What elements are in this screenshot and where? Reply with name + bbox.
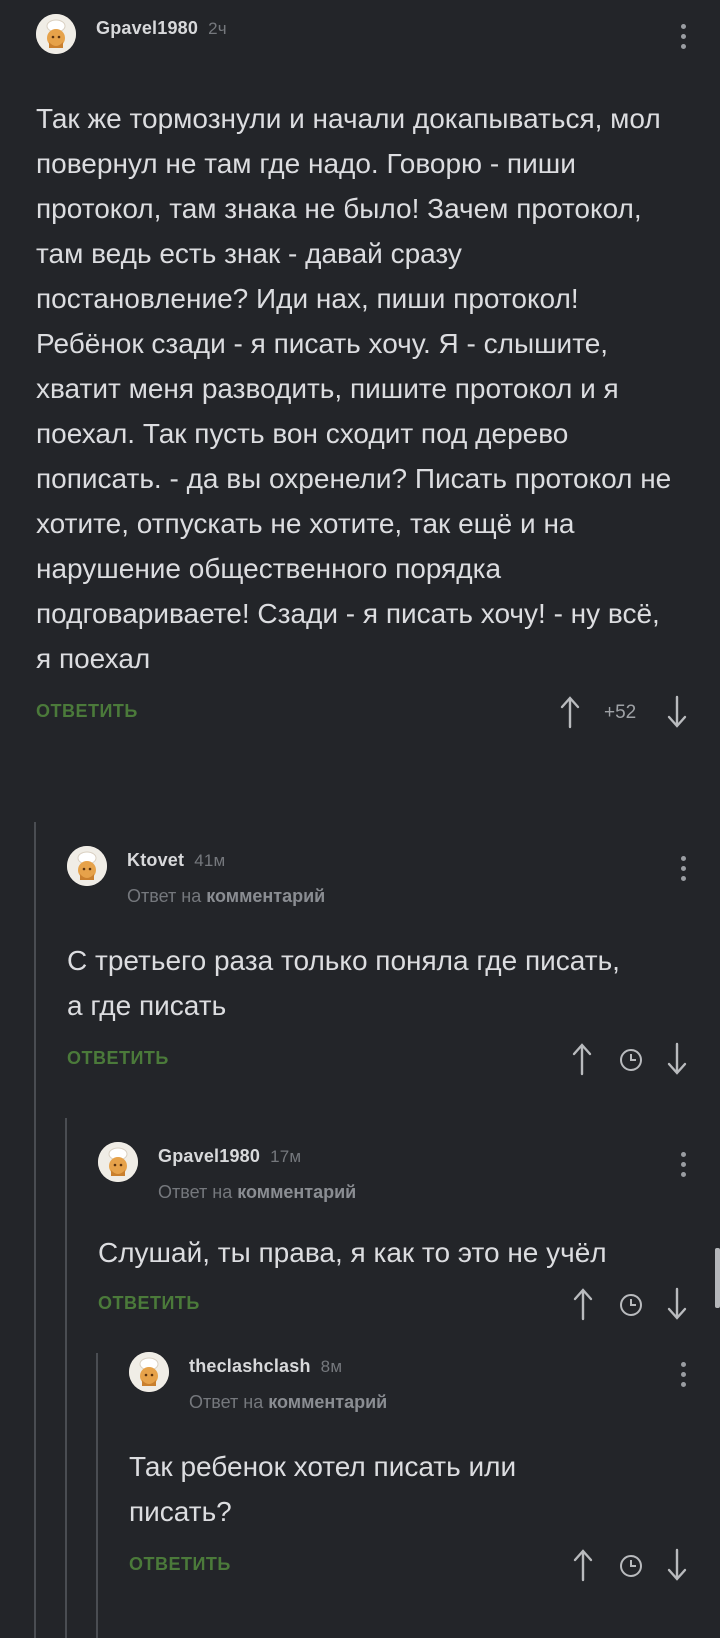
reply-to-target[interactable]: комментарий [268,1392,387,1412]
clock-icon [619,1048,643,1072]
comment-footer: ОТВЕТИТЬ [129,1544,720,1594]
comment-header: Gpavel1980 17м Ответ на комментарий [98,1142,720,1202]
comment-reply-3: theclashclash 8м Ответ на комментарий Так… [129,1352,720,1594]
avatar[interactable] [36,14,76,54]
reply-to-link[interactable]: Ответ на комментарий [189,1392,387,1413]
reply-to-link[interactable]: Ответ на комментарий [127,886,325,907]
author-label[interactable]: Gpavel1980 [158,1146,260,1166]
comment-reply-1: Ktovet 41м Ответ на комментарий С третьег… [67,846,720,1088]
avatar[interactable] [98,1142,138,1182]
comment-root: Gpavel1980 2ч Так же тормознули и начали … [36,14,720,741]
arrow-down-icon[interactable] [666,695,688,729]
author-label[interactable]: Ktovet [127,850,184,870]
comment-footer: ОТВЕТИТЬ [67,1038,720,1088]
clock-icon [619,1293,643,1317]
comment-time: 17м [270,1147,302,1166]
more-vertical-icon[interactable] [676,24,690,56]
author-label[interactable]: theclashclash [189,1356,311,1376]
comment-time: 2ч [208,19,227,38]
reply-to-prefix: Ответ на [127,886,202,906]
arrow-down-icon[interactable] [666,1548,688,1582]
comment-footer: ОТВЕТИТЬ [98,1283,720,1333]
comment-time: 41м [194,851,226,870]
comment-text: Так же тормознули и начали докапываться,… [36,103,672,674]
more-vertical-icon[interactable] [676,1152,690,1184]
more-vertical-icon[interactable] [676,856,690,888]
reply-button[interactable]: ОТВЕТИТЬ [98,1293,200,1314]
comment-header: theclashclash 8м Ответ на комментарий [129,1352,720,1412]
comment-reply-2: Gpavel1980 17м Ответ на комментарий Слуша… [98,1142,720,1333]
comment-text: Слушай, ты права, я как то это не учёл [98,1237,607,1268]
scrollbar[interactable] [715,1248,720,1308]
avatar[interactable] [129,1352,169,1392]
comment-header: Gpavel1980 2ч [36,14,720,74]
reply-to-target[interactable]: комментарий [237,1182,356,1202]
arrow-down-icon[interactable] [666,1042,688,1076]
reply-to-prefix: Ответ на [189,1392,264,1412]
author-name[interactable]: Ktovet 41м [127,850,225,871]
reply-to-prefix: Ответ на [158,1182,233,1202]
more-vertical-icon[interactable] [676,1362,690,1394]
author-name[interactable]: Gpavel1980 17м [158,1146,301,1167]
author-label[interactable]: Gpavel1980 [96,18,198,38]
chef-avatar-icon [98,1142,138,1182]
thread-line-level-1 [34,822,36,1638]
arrow-down-icon[interactable] [666,1287,688,1321]
thread-line-level-2 [65,1118,67,1638]
comment-text: С третьего раза только поняла где писать… [67,945,620,1021]
avatar[interactable] [67,846,107,886]
comment-header: Ktovet 41м Ответ на комментарий [67,846,720,906]
thread-line-level-3 [96,1353,98,1638]
chef-avatar-icon [67,846,107,886]
author-name[interactable]: theclashclash 8м [189,1356,342,1377]
comment-footer: ОТВЕТИТЬ +52 [36,691,720,741]
clock-icon [619,1554,643,1578]
comment-time: 8м [320,1357,343,1376]
arrow-up-icon[interactable] [571,1042,593,1076]
reply-button[interactable]: ОТВЕТИТЬ [129,1554,231,1575]
comment-text: Так ребенок хотел писать или писать? [129,1451,517,1527]
reply-button[interactable]: ОТВЕТИТЬ [36,701,138,722]
chef-avatar-icon [129,1352,169,1392]
rating-value: +52 [604,702,637,723]
reply-button[interactable]: ОТВЕТИТЬ [67,1048,169,1069]
chef-avatar-icon [36,14,76,54]
reply-to-link[interactable]: Ответ на комментарий [158,1182,356,1203]
arrow-up-icon[interactable] [559,695,581,729]
arrow-up-icon[interactable] [572,1548,594,1582]
reply-to-target[interactable]: комментарий [206,886,325,906]
arrow-up-icon[interactable] [572,1287,594,1321]
author-name[interactable]: Gpavel1980 2ч [96,18,227,39]
